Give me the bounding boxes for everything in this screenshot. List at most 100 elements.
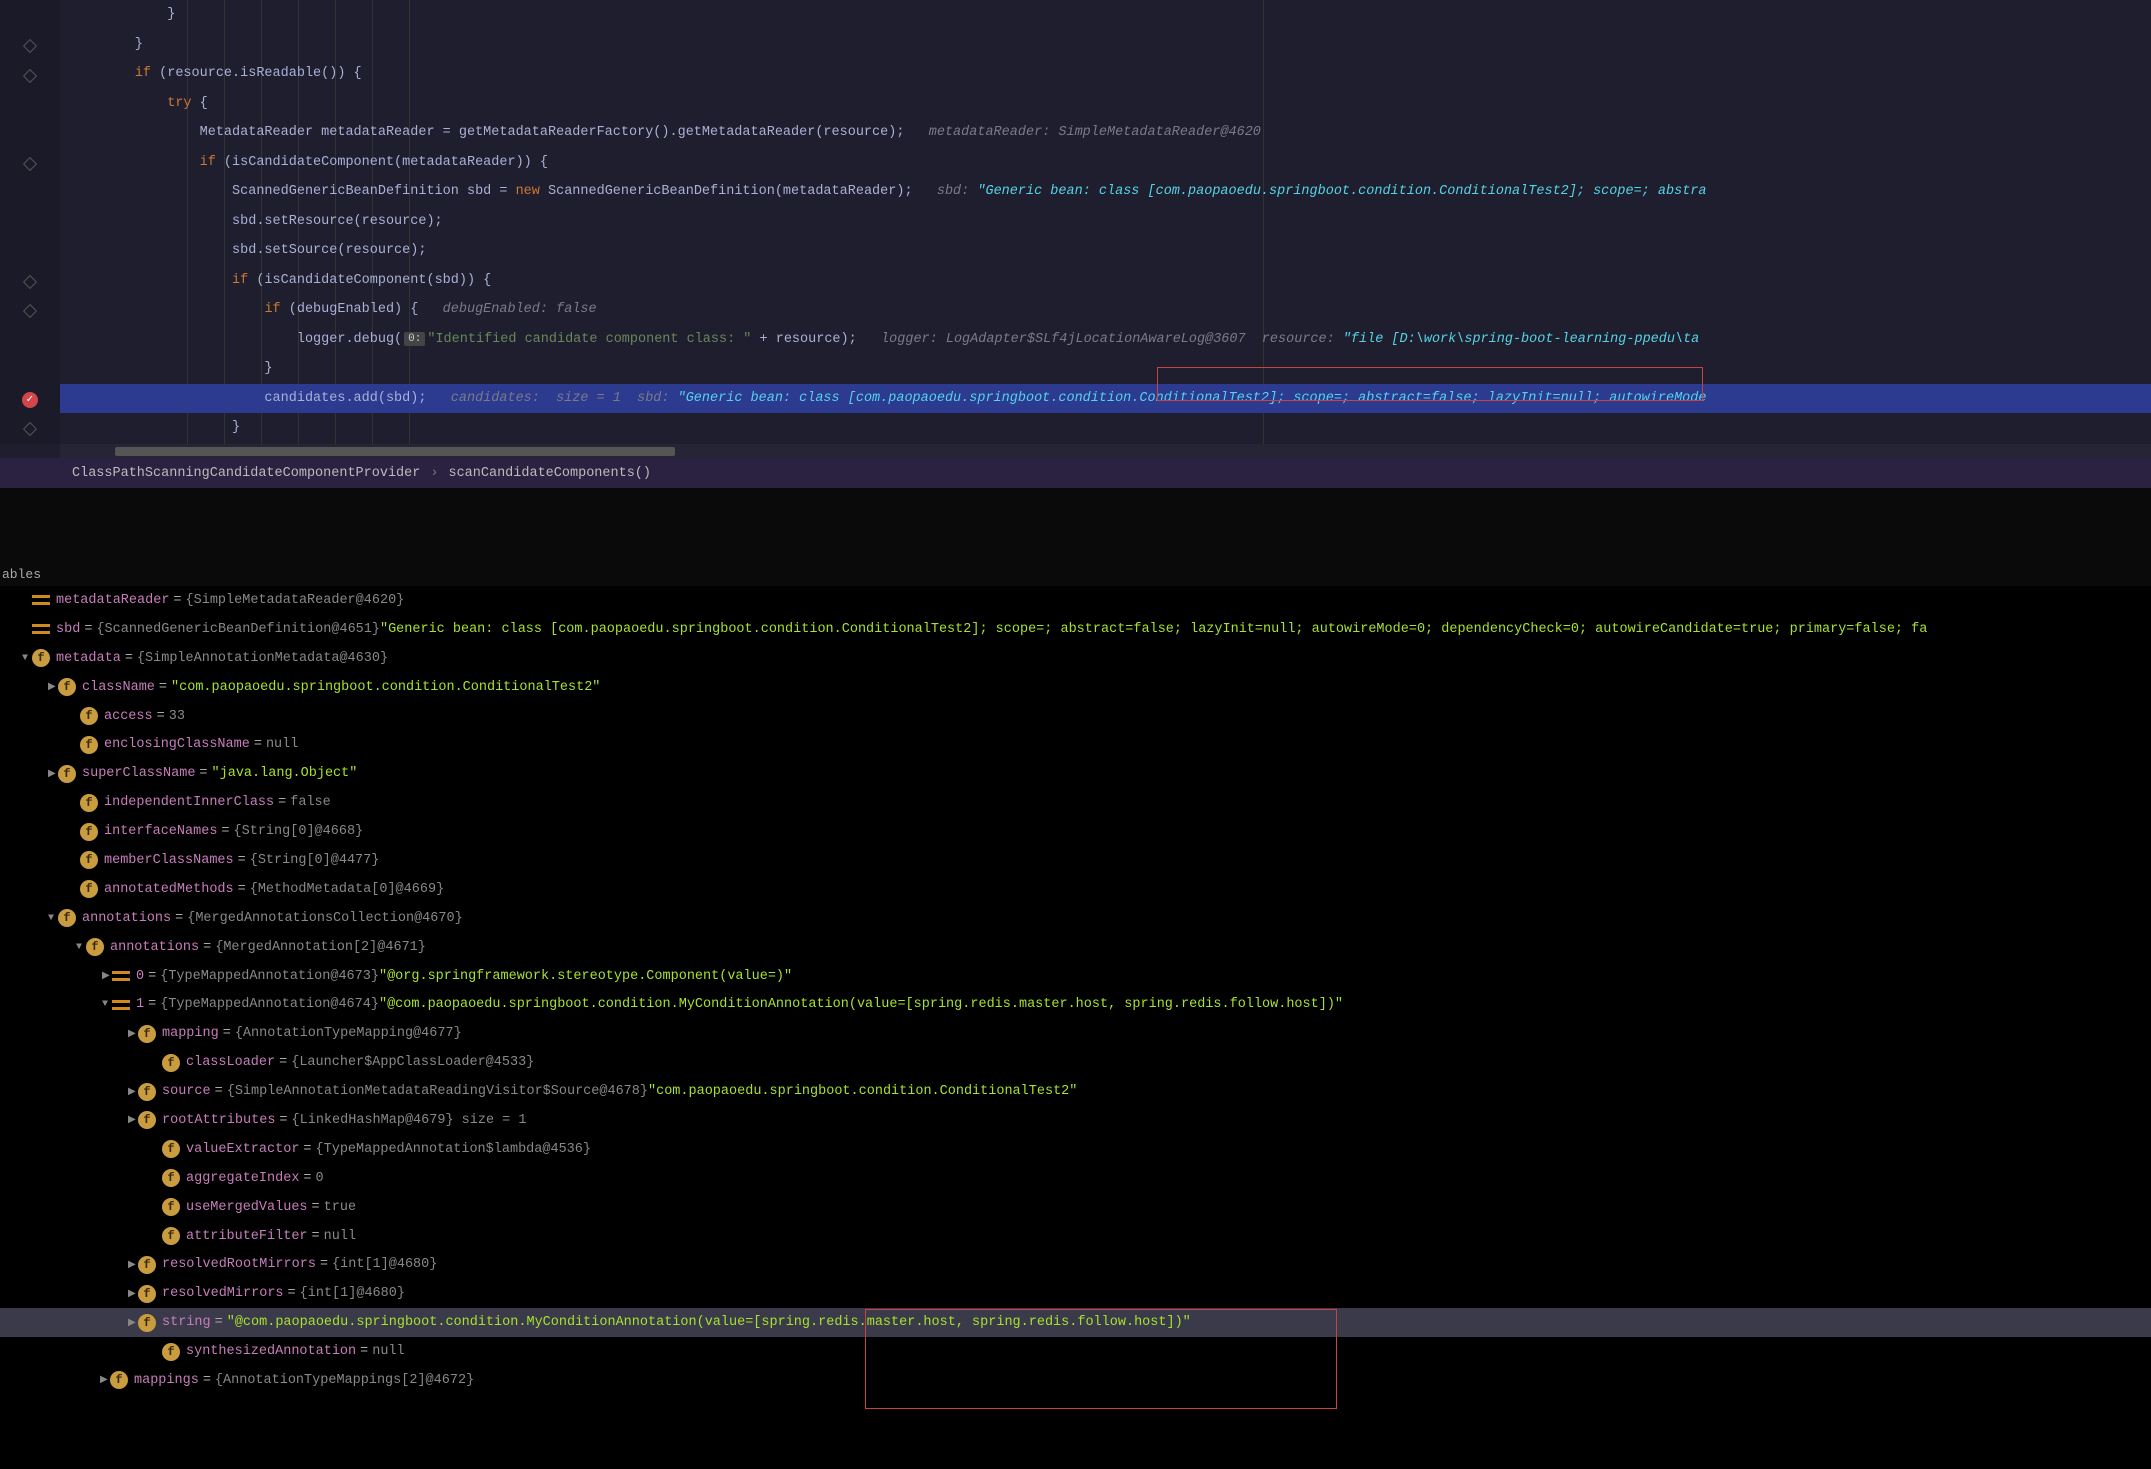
variable-value: "@org.springframework.stereotype.Compone… — [379, 969, 792, 984]
variable-row[interactable]: ▶fmappings = {AnnotationTypeMappings[2]@… — [0, 1366, 2151, 1395]
variable-row[interactable]: ▶fresolvedRootMirrors = {int[1]@4680} — [0, 1250, 2151, 1279]
expand-icon[interactable]: ▼ — [22, 653, 32, 664]
fold-icon[interactable] — [23, 304, 37, 318]
fold-icon[interactable] — [23, 275, 37, 289]
variable-type: {String[0]@4668} — [234, 824, 364, 839]
fold-icon[interactable] — [23, 69, 37, 83]
variable-row[interactable]: faccess = 33 — [0, 702, 2151, 731]
breakpoint-icon[interactable]: ✓ — [22, 392, 38, 408]
variable-row[interactable]: fvalueExtractor = {TypeMappedAnnotation$… — [0, 1135, 2151, 1164]
code-line[interactable]: sbd.setSource(resource); — [60, 236, 2151, 266]
panel-gap — [0, 488, 2151, 562]
expand-icon[interactable]: ▶ — [128, 1028, 138, 1040]
field-icon: f — [162, 1343, 180, 1361]
breadcrumb-class[interactable]: ClassPathScanningCandidateComponentProvi… — [72, 466, 420, 481]
code-line[interactable]: MetadataReader metadataReader = getMetad… — [60, 118, 2151, 148]
expand-icon[interactable]: ▼ — [48, 913, 58, 924]
breadcrumb-method[interactable]: scanCandidateComponents() — [448, 466, 651, 481]
variable-row[interactable]: ▶fsource = {SimpleAnnotationMetadataRead… — [0, 1077, 2151, 1106]
expand-icon[interactable]: ▼ — [76, 942, 86, 953]
variable-row[interactable]: fattributeFilter = null — [0, 1222, 2151, 1251]
expand-icon[interactable]: ▶ — [48, 768, 58, 780]
expand-icon[interactable]: ▶ — [128, 1086, 138, 1098]
variable-row[interactable]: ▶fclassName = "com.paopaoedu.springboot.… — [0, 673, 2151, 702]
variable-name: resolvedRootMirrors — [162, 1257, 316, 1272]
variable-type: {TypeMappedAnnotation@4673} — [160, 969, 379, 984]
code-line[interactable]: if (debugEnabled) { debugEnabled: false — [60, 295, 2151, 325]
code-line[interactable]: } — [60, 0, 2151, 30]
variable-row[interactable]: fclassLoader = {Launcher$AppClassLoader@… — [0, 1048, 2151, 1077]
expand-icon[interactable]: ▶ — [128, 1259, 138, 1271]
variables-pane[interactable]: metadataReader = {SimpleMetadataReader@4… — [0, 586, 2151, 1469]
variable-name: enclosingClassName — [104, 737, 250, 752]
param-hint-badge: 0: — [404, 332, 425, 346]
variable-row[interactable]: ▼fannotations = {MergedAnnotationsCollec… — [0, 904, 2151, 933]
variable-row[interactable]: ▶0 = {TypeMappedAnnotation@4673} "@org.s… — [0, 962, 2151, 991]
expand-icon[interactable]: ▶ — [48, 681, 58, 693]
variable-row[interactable]: fenclosingClassName = null — [0, 730, 2151, 759]
variable-name: metadata — [56, 651, 121, 666]
variable-type: {String[0]@4477} — [250, 853, 380, 868]
variable-type: {MethodMetadata[0]@4669} — [250, 882, 444, 897]
variable-type: null — [372, 1344, 404, 1359]
variable-row[interactable]: metadataReader = {SimpleMetadataReader@4… — [0, 586, 2151, 615]
horizontal-scrollbar[interactable] — [60, 444, 2151, 458]
field-icon: f — [162, 1140, 180, 1158]
code-area[interactable]: } } if (resource.isReadable()) { try { M… — [60, 0, 2151, 444]
variable-row[interactable]: ▶frootAttributes = {LinkedHashMap@4679} … — [0, 1106, 2151, 1135]
variable-row[interactable]: ▼fmetadata = {SimpleAnnotationMetadata@4… — [0, 644, 2151, 673]
variable-row[interactable]: fuseMergedValues = true — [0, 1193, 2151, 1222]
field-icon: f — [138, 1256, 156, 1274]
expand-icon[interactable]: ▶ — [128, 1317, 138, 1329]
code-line[interactable]: if (resource.isReadable()) { — [60, 59, 2151, 89]
variable-row[interactable]: fsynthesizedAnnotation = null — [0, 1337, 2151, 1366]
variable-row[interactable]: faggregateIndex = 0 — [0, 1164, 2151, 1193]
code-line[interactable]: ScannedGenericBeanDefinition sbd = new S… — [60, 177, 2151, 207]
variable-row[interactable]: ▶fsuperClassName = "java.lang.Object" — [0, 759, 2151, 788]
variable-row[interactable]: findependentInnerClass = false — [0, 788, 2151, 817]
code-line[interactable]: if (isCandidateComponent(metadataReader)… — [60, 148, 2151, 178]
variable-row[interactable]: sbd = {ScannedGenericBeanDefinition@4651… — [0, 615, 2151, 644]
variable-name: resolvedMirrors — [162, 1286, 284, 1301]
variable-row[interactable]: ▶fstring = "@com.paopaoedu.springboot.co… — [0, 1308, 2151, 1337]
variable-name: memberClassNames — [104, 853, 234, 868]
variable-row[interactable]: fmemberClassNames = {String[0]@4477} — [0, 846, 2151, 875]
expand-icon[interactable]: ▶ — [102, 970, 112, 982]
variable-row[interactable]: ▶fmapping = {AnnotationTypeMapping@4677} — [0, 1019, 2151, 1048]
expand-icon[interactable]: ▶ — [100, 1374, 110, 1386]
variable-row[interactable]: ▼1 = {TypeMappedAnnotation@4674} "@com.p… — [0, 990, 2151, 1019]
fold-icon[interactable] — [23, 39, 37, 53]
fold-icon[interactable] — [23, 422, 37, 436]
variable-type: {AnnotationTypeMapping@4677} — [235, 1026, 462, 1041]
variable-row[interactable]: fannotatedMethods = {MethodMetadata[0]@4… — [0, 875, 2151, 904]
variable-row[interactable]: finterfaceNames = {String[0]@4668} — [0, 817, 2151, 846]
code-line[interactable]: } — [60, 354, 2151, 384]
code-line[interactable]: } — [60, 30, 2151, 60]
value-icon — [32, 624, 50, 634]
field-icon: f — [80, 794, 98, 812]
field-icon: f — [58, 909, 76, 927]
scrollbar-thumb[interactable] — [115, 447, 675, 456]
execution-line[interactable]: candidates.add(sbd); candidates: size = … — [60, 384, 2151, 414]
value-icon — [32, 595, 50, 605]
code-line[interactable]: logger.debug(0:"Identified candidate com… — [60, 325, 2151, 355]
expand-icon[interactable]: ▼ — [102, 999, 112, 1010]
field-icon: f — [58, 765, 76, 783]
variable-row[interactable]: ▼fannotations = {MergedAnnotation[2]@467… — [0, 933, 2151, 962]
code-line[interactable]: } — [60, 413, 2151, 443]
code-line[interactable]: if (isCandidateComponent(sbd)) { — [60, 266, 2151, 296]
code-line[interactable]: try { — [60, 89, 2151, 119]
variable-type: {SimpleAnnotationMetadataReadingVisitor$… — [227, 1084, 648, 1099]
value-icon — [112, 1000, 130, 1010]
variable-type: {MergedAnnotation[2]@4671} — [215, 940, 426, 955]
variable-row[interactable]: ▶fresolvedMirrors = {int[1]@4680} — [0, 1279, 2151, 1308]
variable-name: annotatedMethods — [104, 882, 234, 897]
expand-icon[interactable]: ▶ — [128, 1288, 138, 1300]
variable-value: "@com.paopaoedu.springboot.condition.MyC… — [379, 997, 1343, 1012]
fold-icon[interactable] — [23, 157, 37, 171]
breadcrumb[interactable]: ClassPathScanningCandidateComponentProvi… — [0, 458, 2151, 488]
code-line[interactable]: sbd.setResource(resource); — [60, 207, 2151, 237]
expand-icon[interactable]: ▶ — [128, 1114, 138, 1126]
variable-type: {ScannedGenericBeanDefinition@4651} — [96, 622, 380, 637]
variable-type: {TypeMappedAnnotation$lambda@4536} — [316, 1142, 591, 1157]
